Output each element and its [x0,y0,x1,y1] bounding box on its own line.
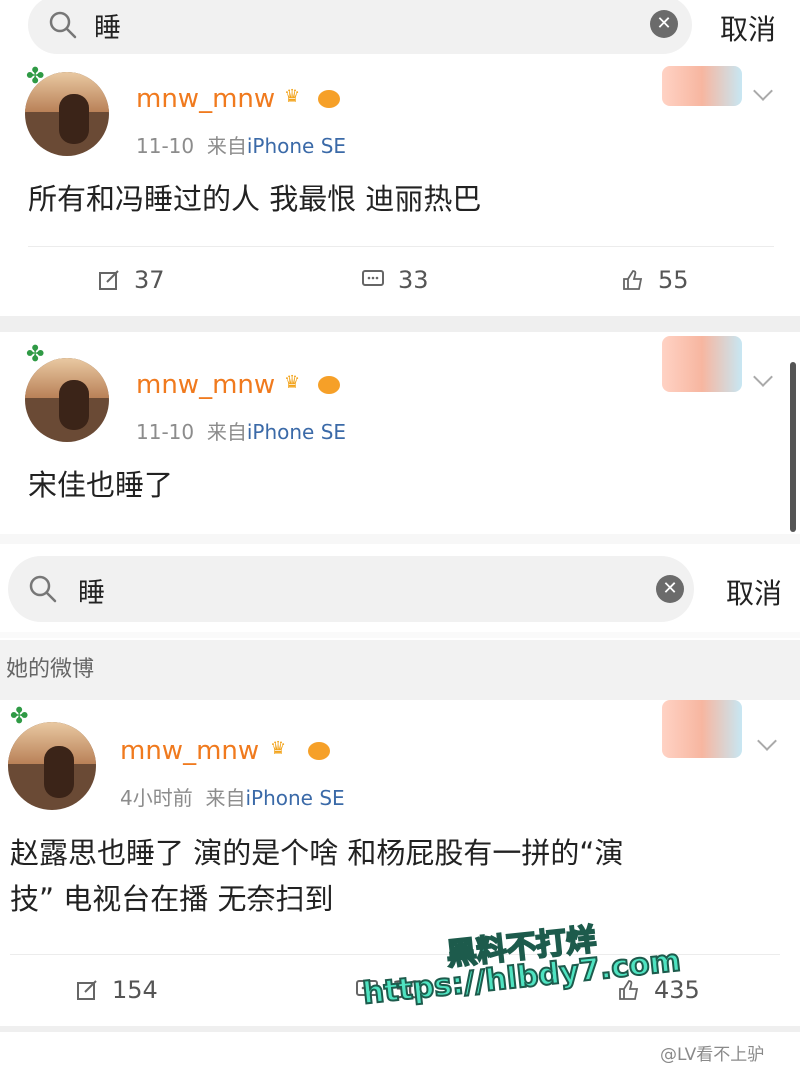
repost-count: 37 [134,266,165,294]
search-bar-top[interactable]: 睡 ✕ [28,0,692,54]
search-icon [49,11,77,39]
divider [28,246,774,247]
section-gap [0,534,800,544]
fish-badge-icon [308,742,330,760]
chevron-down-icon[interactable] [753,81,773,101]
section-gap [0,632,800,638]
crown-icon: ♛ [270,738,287,759]
weibo-source-mark: @LV看不上驴 [660,1045,765,1065]
source-device: iPhone SE [246,420,347,444]
section-gap [0,316,800,332]
decoration-card-image [662,336,742,392]
source-device: iPhone SE [245,786,345,810]
avatar[interactable] [8,722,96,810]
repost-button[interactable]: 37 [98,266,165,294]
comment-button[interactable]: 33 [362,266,429,294]
clear-icon[interactable]: ✕ [650,10,678,38]
clover-icon: ✤ [10,704,29,729]
source-prefix: 来自 [206,134,247,158]
post-text: 宋佳也睡了 [28,468,174,502]
like-button[interactable]: 55 [622,266,689,294]
source-prefix: 来自 [205,786,246,810]
username[interactable]: mnw_mnw [120,736,259,766]
comment-count: 33 [398,266,429,294]
decoration-card-image [662,66,742,106]
post-meta: 11-10 来自iPhone SE [136,130,346,159]
repost-count: 154 [112,976,158,1004]
repost-icon [99,270,119,290]
post-time: 4小时前 [120,786,193,810]
clear-icon[interactable]: ✕ [656,575,684,603]
like-count: 55 [658,266,689,294]
fish-badge-icon [318,376,340,394]
cancel-button[interactable]: 取消 [720,8,776,48]
chevron-down-icon[interactable] [753,367,773,387]
post-text: 所有和冯睡过的人 我最恨 迪丽热巴 [28,182,482,216]
username[interactable]: mnw_mnw [136,84,275,114]
fish-badge-icon [318,90,340,108]
scrollbar[interactable] [790,362,796,532]
like-icon [623,270,643,290]
search-icon [29,575,57,603]
search-bar-second[interactable]: 睡 ✕ [8,556,694,622]
section-header: 她的微博 [0,640,800,700]
post-meta: 11-10 来自iPhone SE [136,416,346,445]
chevron-down-icon[interactable] [757,731,777,751]
avatar[interactable] [25,358,109,442]
source-prefix: 来自 [206,420,247,444]
search-input[interactable]: 睡 [94,6,121,45]
post-text-line: 技” 电视台在播 无奈扫到 [10,882,334,916]
source-device: iPhone SE [246,134,347,158]
crown-icon: ♛ [284,86,301,107]
section-gap [0,1026,800,1032]
post-text-line: 赵露思也睡了 演的是个啥 和杨屁股有一拼的“演 [10,836,624,870]
username[interactable]: mnw_mnw [136,370,275,400]
post-time: 11-10 [136,134,195,158]
search-input[interactable]: 睡 [78,571,105,610]
post-text: 赵露思也睡了 演的是个啥 和杨屁股有一拼的“演 技” 电视台在播 无奈扫到 [10,830,790,922]
crown-icon: ♛ [284,372,301,393]
repost-icon [77,980,97,1000]
post-meta: 4小时前 来自iPhone SE [120,782,345,811]
repost-button[interactable]: 154 [76,976,158,1004]
cancel-button[interactable]: 取消 [726,572,782,612]
comment-icon [362,270,384,286]
post-time: 11-10 [136,420,195,444]
decoration-card-image [662,700,742,758]
clover-icon: ✤ [26,64,45,89]
clover-icon: ✤ [26,342,45,367]
